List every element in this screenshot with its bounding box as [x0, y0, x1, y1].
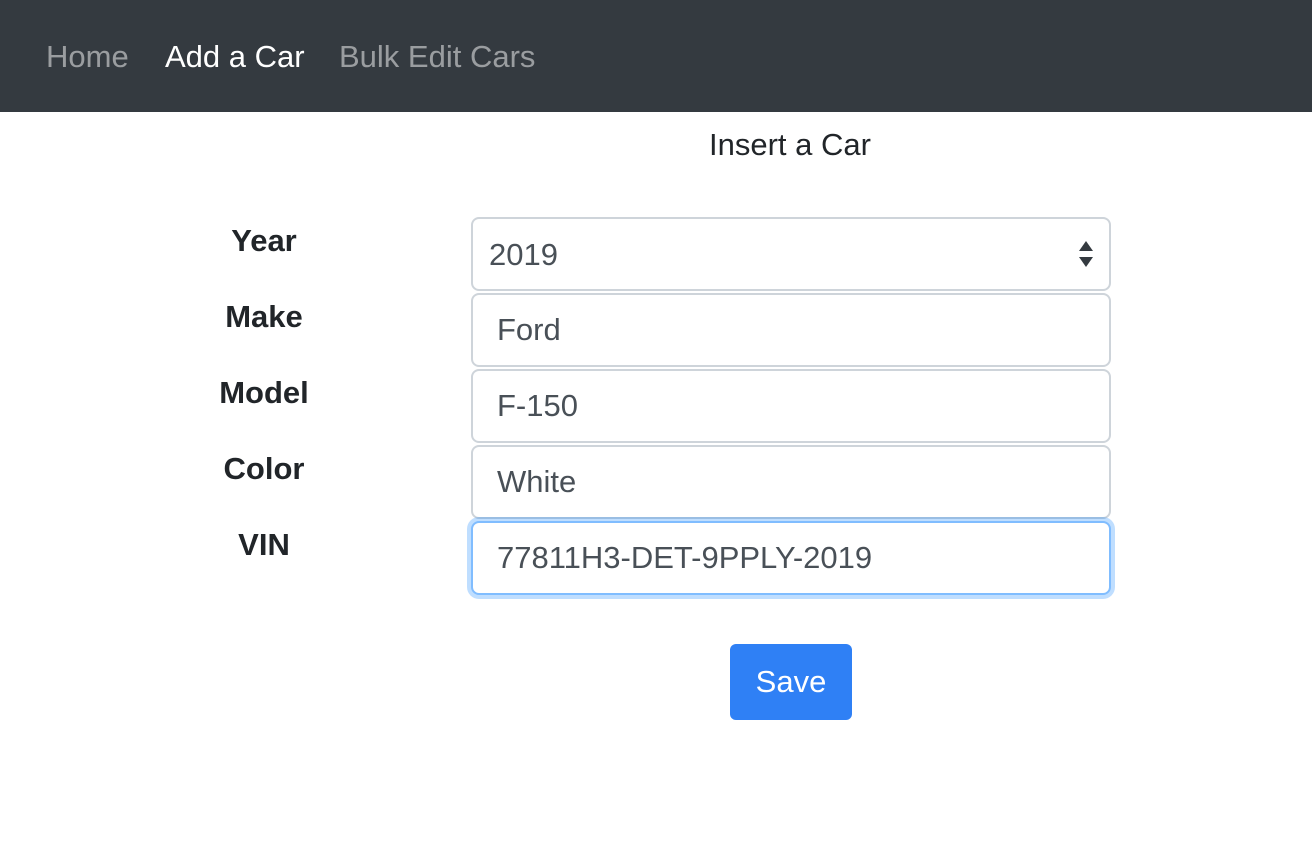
year-select[interactable]: 2019 — [471, 217, 1111, 291]
vin-input[interactable] — [471, 521, 1111, 595]
year-label: Year — [231, 223, 297, 258]
navbar: Home Add a Car Bulk Edit Cars — [0, 0, 1312, 112]
select-arrows-icon — [1079, 241, 1093, 267]
color-label: Color — [223, 451, 305, 486]
page-title: Insert a Car — [709, 127, 871, 162]
save-button[interactable]: Save — [730, 644, 852, 720]
make-input[interactable] — [471, 293, 1111, 367]
nav-add-car-link[interactable]: Add a Car — [165, 36, 305, 78]
nav-home-link[interactable]: Home — [46, 36, 129, 78]
color-input[interactable] — [471, 445, 1111, 519]
model-label: Model — [219, 375, 309, 410]
nav-bulk-edit-link[interactable]: Bulk Edit Cars — [339, 36, 535, 78]
vin-label: VIN — [238, 527, 290, 562]
model-input[interactable] — [471, 369, 1111, 443]
year-select-value: 2019 — [489, 237, 558, 272]
make-label: Make — [225, 299, 303, 334]
